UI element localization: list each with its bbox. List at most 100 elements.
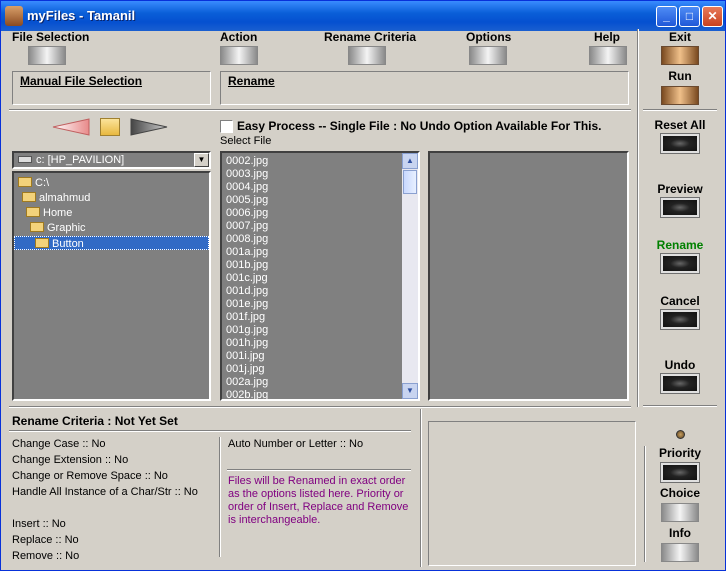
- divider: [643, 109, 717, 111]
- bottom-sidebar-divider: [644, 446, 646, 562]
- tree-item[interactable]: C:\: [18, 176, 49, 190]
- list-item[interactable]: 0006.jpg: [226, 207, 268, 220]
- undo-button[interactable]: [660, 373, 700, 394]
- list-item[interactable]: 001c.jpg: [226, 272, 268, 285]
- section-divider: [420, 409, 422, 567]
- action-button[interactable]: [220, 46, 258, 65]
- list-item[interactable]: 0007.jpg: [226, 220, 268, 233]
- app-icon: [5, 6, 23, 26]
- list-item[interactable]: 002a.jpg: [226, 376, 268, 389]
- list-item[interactable]: 0004.jpg: [226, 181, 268, 194]
- list-item[interactable]: 001h.jpg: [226, 337, 268, 350]
- manual-file-selection-title: Manual File Selection: [20, 74, 143, 88]
- drive-select[interactable]: c: [HP_PAVILION] ▼: [12, 151, 211, 169]
- title-bar[interactable]: myFiles - Tamanil _ □ ✕: [1, 1, 725, 31]
- choice-label: Choice: [659, 486, 700, 500]
- bottom-info-panel: [428, 421, 636, 566]
- rename-button[interactable]: [660, 253, 700, 274]
- scroll-up-icon[interactable]: ▲: [402, 153, 418, 169]
- criteria-divider: [219, 437, 221, 557]
- list-item[interactable]: 0003.jpg: [226, 168, 268, 181]
- scroll-thumb[interactable]: [403, 170, 417, 194]
- criteria-change-case: Change Case :: No: [12, 438, 106, 450]
- list-item[interactable]: 001a.jpg: [226, 246, 268, 259]
- choice-button[interactable]: [661, 503, 699, 522]
- criteria-remove: Remove :: No: [12, 550, 80, 562]
- criteria-handle-all: Handle All Instance of a Char/Str :: No: [12, 486, 198, 498]
- list-item[interactable]: 0008.jpg: [226, 233, 268, 246]
- folder-icon: [30, 222, 44, 232]
- folder-open-icon: [35, 238, 49, 248]
- list-item[interactable]: 001i.jpg: [226, 350, 265, 363]
- list-item[interactable]: 001j.jpg: [226, 363, 265, 376]
- close-icon: ✕: [707, 9, 718, 23]
- minimize-button[interactable]: _: [656, 6, 677, 27]
- forward-arrow-icon[interactable]: [129, 117, 169, 137]
- options-button[interactable]: [469, 46, 507, 65]
- undo-label: Undo: [664, 358, 696, 372]
- tree-item[interactable]: Home: [26, 206, 72, 220]
- tree-item[interactable]: Graphic: [30, 221, 86, 235]
- priority-button[interactable]: [660, 462, 700, 483]
- exit-label: Exit: [668, 30, 691, 44]
- info-button[interactable]: [661, 543, 699, 562]
- list-item[interactable]: 001b.jpg: [226, 259, 268, 272]
- list-item[interactable]: 001g.jpg: [226, 324, 268, 337]
- info-label: Info: [669, 526, 691, 540]
- rename-criteria-title: Rename Criteria : Not Yet Set: [12, 414, 178, 428]
- file-list[interactable]: 0002.jpg 0003.jpg 0004.jpg 0005.jpg 0006…: [220, 151, 420, 401]
- drive-icon: [18, 156, 32, 163]
- maximize-icon: □: [685, 9, 694, 23]
- menu-action-label: Action: [220, 30, 258, 44]
- menu-options-label: Options: [466, 30, 512, 44]
- window-title: myFiles - Tamanil: [27, 8, 136, 23]
- preview-area: [428, 151, 629, 401]
- divider: [9, 109, 631, 111]
- rename-label: Rename: [656, 238, 704, 252]
- criteria-insert: Insert :: No: [12, 518, 66, 530]
- criteria-auto-number: Auto Number or Letter :: No: [228, 438, 364, 450]
- preview-label: Preview: [657, 182, 703, 196]
- criteria-change-extension: Change Extension :: No: [12, 454, 129, 466]
- cancel-button[interactable]: [660, 309, 700, 330]
- divider: [9, 430, 411, 432]
- preview-button[interactable]: [660, 197, 700, 218]
- scroll-down-icon[interactable]: ▼: [402, 383, 418, 399]
- easy-process-checkbox[interactable]: [220, 120, 233, 133]
- list-item[interactable]: 0002.jpg: [226, 155, 268, 168]
- chevron-down-icon[interactable]: ▼: [194, 153, 209, 167]
- rename-panel-title: Rename: [228, 74, 275, 88]
- criteria-change-space: Change or Remove Space :: No: [12, 470, 168, 482]
- easy-process-label: Easy Process -- Single File : No Undo Op…: [237, 119, 602, 133]
- cancel-label: Cancel: [660, 294, 700, 308]
- run-button[interactable]: [661, 86, 699, 105]
- back-arrow-icon[interactable]: [51, 117, 91, 137]
- divider: [643, 405, 717, 407]
- app-window: myFiles - Tamanil _ □ ✕ File Selection A…: [0, 0, 726, 571]
- tree-item[interactable]: almahmud: [22, 191, 90, 205]
- rename-criteria-button[interactable]: [348, 46, 386, 65]
- minimize-icon: _: [663, 9, 670, 23]
- run-label: Run: [668, 69, 692, 83]
- list-item[interactable]: 0005.jpg: [226, 194, 268, 207]
- tree-item-selected[interactable]: Button: [14, 236, 209, 250]
- select-file-label: Select File: [220, 135, 272, 147]
- stop-icon[interactable]: [100, 118, 120, 136]
- sidebar-divider: [637, 29, 639, 407]
- file-list-scrollbar[interactable]: ▲ ▼: [402, 153, 418, 399]
- list-item[interactable]: 001f.jpg: [226, 311, 265, 324]
- menu-help-label: Help: [594, 30, 621, 44]
- maximize-button[interactable]: □: [679, 6, 700, 27]
- reset-all-label: Reset All: [654, 118, 706, 132]
- reset-all-button[interactable]: [660, 133, 700, 154]
- menu-rename-criteria-label: Rename Criteria: [324, 30, 417, 44]
- file-selection-button[interactable]: [28, 46, 66, 65]
- directory-tree[interactable]: C:\ almahmud Home Graphic Button: [12, 171, 211, 401]
- divider: [9, 406, 631, 408]
- list-item[interactable]: 001e.jpg: [226, 298, 268, 311]
- list-item[interactable]: 001d.jpg: [226, 285, 268, 298]
- exit-button[interactable]: [661, 46, 699, 65]
- list-item[interactable]: 002b.jpg: [226, 389, 268, 402]
- close-button[interactable]: ✕: [702, 6, 723, 27]
- help-button[interactable]: [589, 46, 627, 65]
